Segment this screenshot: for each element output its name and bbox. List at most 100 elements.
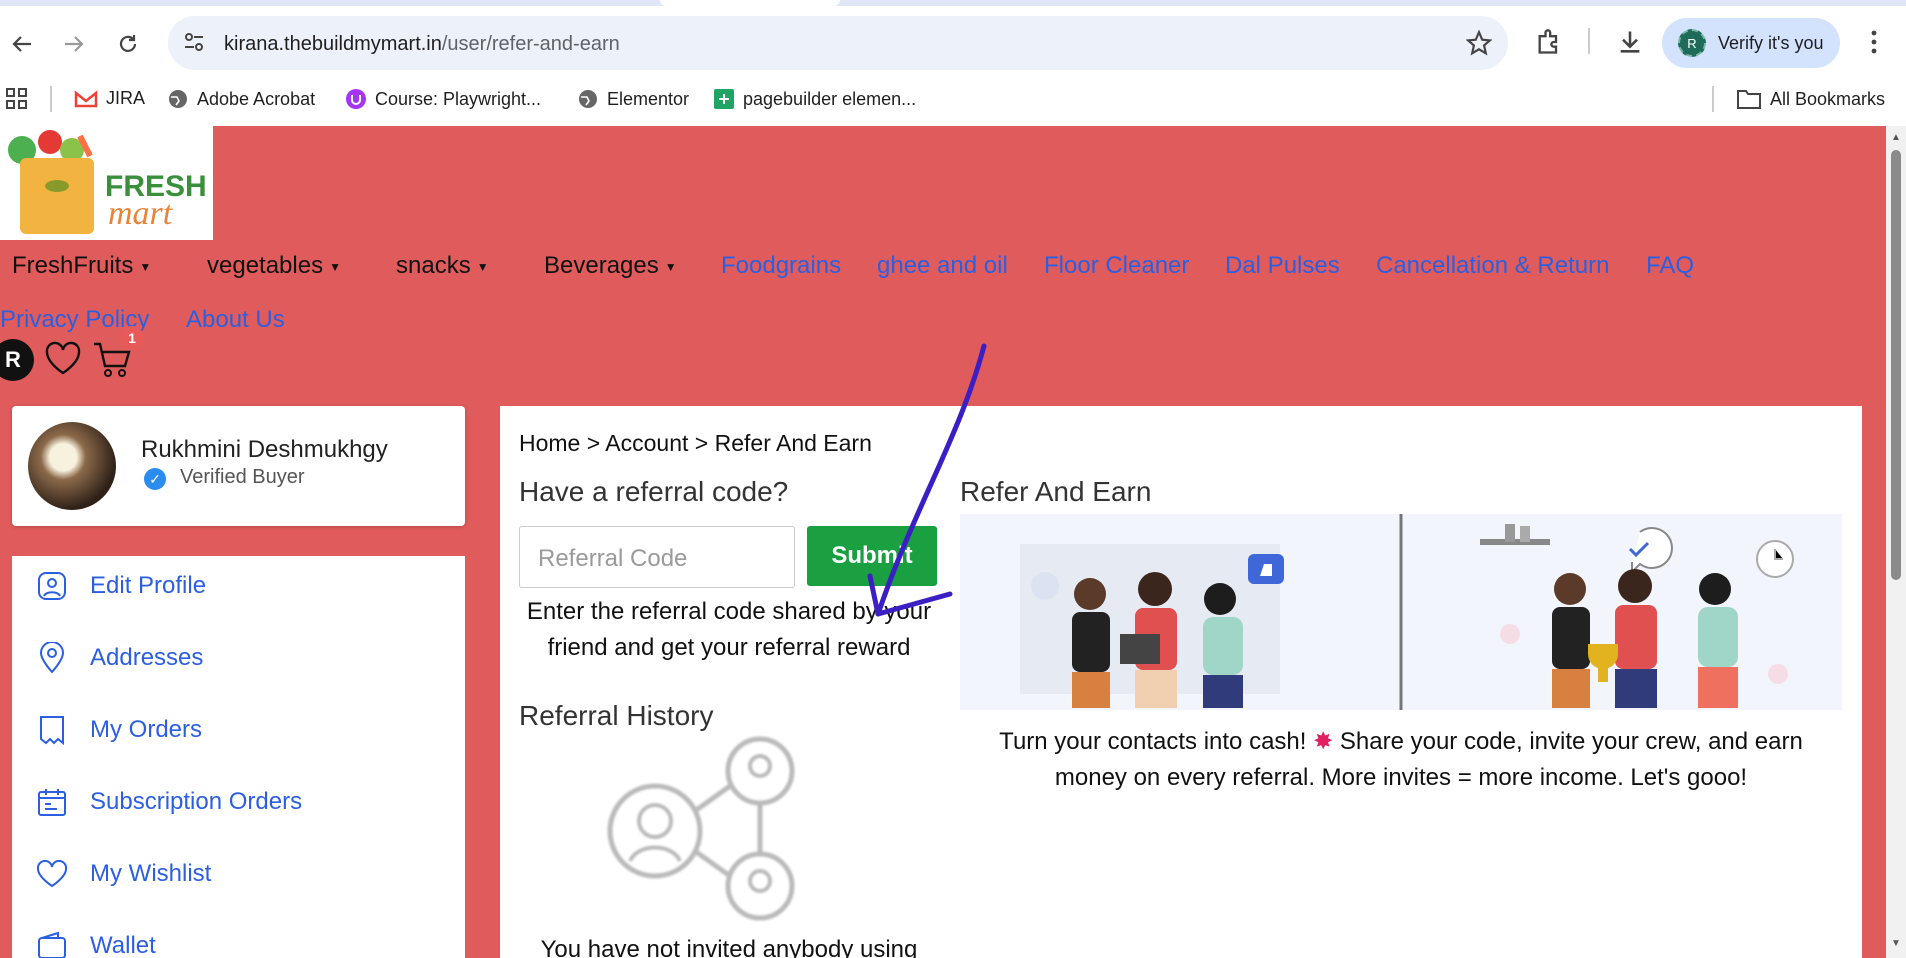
location-pin-icon bbox=[36, 642, 68, 674]
bookmark-course-playwright[interactable]: Course: Playwright... bbox=[345, 88, 541, 110]
apps-grid-icon[interactable] bbox=[6, 88, 28, 115]
sidebar-item-label: My Orders bbox=[90, 716, 203, 743]
bookmarks-divider bbox=[50, 86, 52, 112]
url-text: kirana.thebuildmymart.in/user/refer-and-… bbox=[224, 33, 620, 56]
bookmarks-bar: JIRA Adobe Acrobat Course: Playwright...… bbox=[0, 74, 1906, 126]
nav-snacks[interactable]: snacks ▼ bbox=[396, 252, 489, 280]
browser-toolbar: kirana.thebuildmymart.in/user/refer-and-… bbox=[0, 6, 1906, 74]
sidebar-item-edit-profile[interactable]: Edit Profile bbox=[36, 570, 206, 602]
extensions-icon[interactable] bbox=[1535, 28, 1563, 61]
receipt-icon bbox=[36, 714, 68, 746]
sidebar-item-subscription-orders[interactable]: Subscription Orders bbox=[36, 786, 302, 818]
globe-icon bbox=[169, 90, 187, 108]
udemy-icon bbox=[346, 89, 366, 109]
heart-icon[interactable] bbox=[44, 340, 82, 381]
logo-text-mart: mart bbox=[108, 195, 174, 232]
website-viewport: FRESH mart FreshFruits ▼ vegetables ▼ snac… bbox=[0, 126, 1886, 958]
verify-label: Verify it's you bbox=[1718, 32, 1824, 53]
url-host: kirana.thebuildmymart.in bbox=[224, 33, 442, 55]
profile-avatar: R bbox=[1678, 29, 1706, 57]
chevron-down-icon: ▼ bbox=[329, 259, 341, 274]
nav-foodgrains[interactable]: Foodgrains bbox=[721, 252, 841, 280]
url-path: /user/refer-and-earn bbox=[441, 33, 620, 55]
breadcrumb: Home > Account > Refer And Earn bbox=[519, 430, 872, 456]
user-icon bbox=[36, 570, 68, 602]
scroll-down-icon[interactable]: ▼ bbox=[1891, 938, 1901, 949]
user-name: Rukhmini Deshmukhgy bbox=[141, 436, 388, 463]
referral-heading: Have a referral code? bbox=[519, 476, 789, 507]
refer-description-lead: Turn your contacts into cash! bbox=[999, 728, 1307, 755]
nav-beverages[interactable]: Beverages ▼ bbox=[544, 252, 677, 280]
grocery-bag-logo-icon: FRESH mart bbox=[8, 130, 207, 234]
bookmark-elementor[interactable]: Elementor bbox=[577, 88, 689, 110]
refer-earn-panel: Home > Account > Refer And Earn Have a r… bbox=[500, 406, 1862, 958]
calendar-icon bbox=[36, 786, 68, 818]
sidebar-item-label: Subscription Orders bbox=[90, 788, 303, 815]
chevron-down-icon: ▼ bbox=[139, 259, 152, 274]
network-users-icon bbox=[605, 736, 805, 931]
referral-code-input[interactable]: Referral Code bbox=[519, 526, 795, 588]
sheets-icon bbox=[714, 89, 734, 109]
verified-check-icon: ✓ bbox=[144, 468, 166, 490]
bookmark-label: Course: Playwright... bbox=[375, 88, 542, 109]
nav-floor-cleaner[interactable]: Floor Cleaner bbox=[1044, 252, 1189, 280]
refer-description: Turn your contacts into cash! ✸ Share yo… bbox=[960, 724, 1842, 796]
wallet-icon bbox=[36, 930, 68, 958]
heart-icon bbox=[36, 858, 68, 890]
scrollbar-thumb[interactable] bbox=[1891, 150, 1901, 580]
bookmark-adobe-acrobat[interactable]: Adobe Acrobat bbox=[167, 88, 315, 110]
star-icon[interactable] bbox=[1465, 29, 1493, 61]
page-scrollbar[interactable]: ▲ ▼ bbox=[1886, 126, 1906, 958]
reload-icon[interactable] bbox=[112, 28, 144, 60]
bookmark-label: Adobe Acrobat bbox=[197, 88, 316, 109]
cart-count-badge: 1 bbox=[120, 326, 144, 350]
sidebar-item-label: Addresses bbox=[90, 644, 204, 671]
chevron-down-icon: ▼ bbox=[664, 259, 677, 274]
nav-faq[interactable]: FAQ bbox=[1646, 252, 1694, 280]
freshmart-logo[interactable]: FRESH mart bbox=[0, 126, 213, 240]
download-icon[interactable] bbox=[1616, 28, 1644, 61]
verify-profile-button[interactable]: R Verify it's you bbox=[1662, 18, 1840, 68]
bookmark-label: Elementor bbox=[607, 88, 690, 109]
toolbar-divider bbox=[1588, 28, 1590, 54]
nav-label: FreshFruits bbox=[12, 252, 134, 279]
sidebar-item-label: Edit Profile bbox=[90, 572, 207, 599]
nav-label: vegetables bbox=[207, 252, 324, 279]
bookmarks-divider bbox=[1712, 86, 1714, 112]
address-bar[interactable]: kirana.thebuildmymart.in/user/refer-and-… bbox=[168, 16, 1508, 70]
scroll-up-icon[interactable]: ▲ bbox=[1891, 132, 1901, 143]
folder-icon bbox=[1737, 90, 1761, 109]
bookmark-label: JIRA bbox=[106, 88, 146, 108]
sidebar-item-addresses[interactable]: Addresses bbox=[36, 642, 203, 674]
nav-dal-pulses[interactable]: Dal Pulses bbox=[1225, 252, 1340, 280]
annotation-arrow-icon bbox=[867, 343, 987, 617]
bookmark-jira[interactable]: JIRA bbox=[74, 88, 145, 109]
bookmark-pagebuilder[interactable]: pagebuilder elemen... bbox=[713, 88, 916, 110]
user-profile-card: Rukhmini Deshmukhgy ✓ Verified Buyer bbox=[12, 406, 465, 526]
nav-label: Beverages bbox=[544, 252, 659, 279]
sidebar-item-my-orders[interactable]: My Orders bbox=[36, 714, 202, 746]
sidebar-item-my-wishlist[interactable]: My Wishlist bbox=[36, 858, 211, 890]
referral-history-heading: Referral History bbox=[519, 700, 714, 731]
chevron-down-icon: ▼ bbox=[476, 259, 489, 274]
sparkle-icon: ✸ bbox=[1313, 728, 1334, 755]
sidebar-item-label: My Wishlist bbox=[90, 860, 212, 887]
kebab-menu-icon[interactable] bbox=[1862, 28, 1886, 61]
user-status: Verified Buyer bbox=[180, 466, 305, 488]
nav-cancellation-return[interactable]: Cancellation & Return bbox=[1376, 252, 1609, 280]
nav-about-us[interactable]: About Us bbox=[186, 306, 285, 334]
all-bookmarks-label: All Bookmarks bbox=[1770, 88, 1886, 109]
forward-icon[interactable] bbox=[58, 28, 90, 60]
site-info-icon[interactable] bbox=[182, 30, 206, 59]
sidebar-item-label: Wallet bbox=[90, 932, 156, 958]
all-bookmarks-button[interactable]: All Bookmarks bbox=[1736, 88, 1885, 110]
bookmark-label: pagebuilder elemen... bbox=[743, 88, 917, 109]
nav-vegetables[interactable]: vegetables ▼ bbox=[207, 252, 341, 280]
globe-icon bbox=[579, 90, 597, 108]
nav-freshfruits[interactable]: FreshFruits ▼ bbox=[12, 252, 151, 280]
nav-label: snacks bbox=[396, 252, 471, 279]
sidebar-item-wallet[interactable]: Wallet bbox=[36, 930, 156, 958]
user-avatar bbox=[28, 422, 116, 510]
user-account-avatar[interactable]: R bbox=[0, 339, 34, 381]
back-icon[interactable] bbox=[6, 28, 38, 60]
